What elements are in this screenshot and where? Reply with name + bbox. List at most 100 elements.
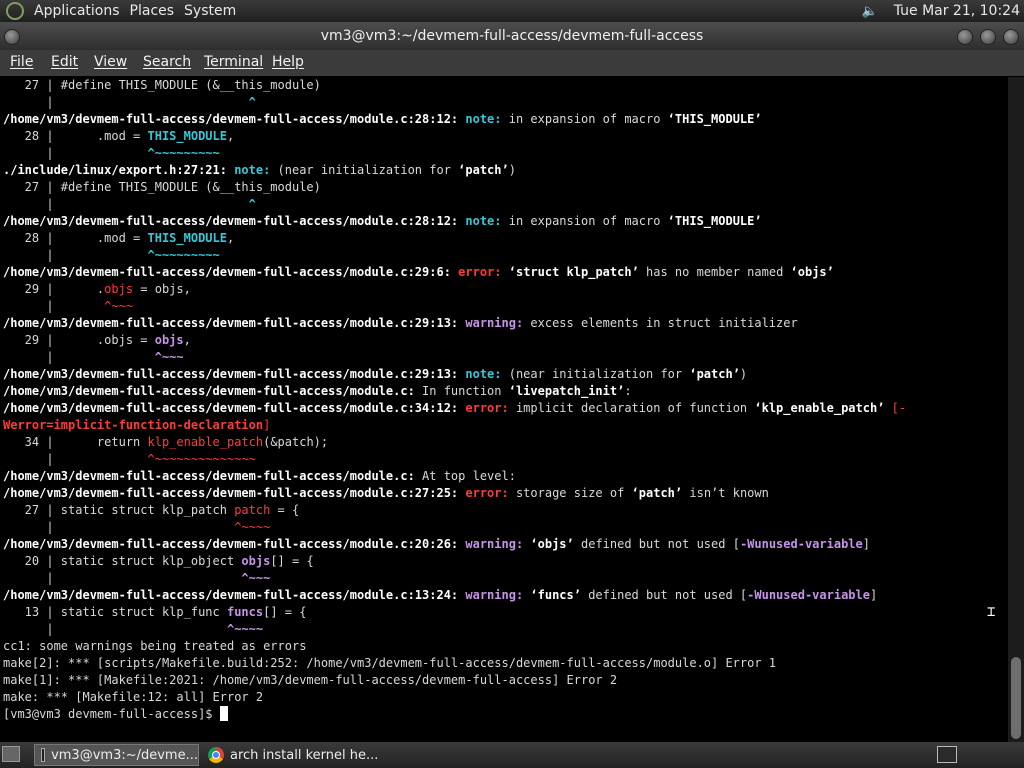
menu-edit[interactable]: Edit — [51, 54, 78, 70]
terminal-line: | ^~~~~ — [3, 519, 270, 536]
terminal-text: excess elements in struct initializer — [523, 316, 798, 330]
terminal-text: /home/vm3/devmem-full-access/devmem-full… — [3, 537, 466, 551]
terminal-line: | ^~~~~~~~~~ — [3, 247, 219, 264]
distro-logo-icon[interactable] — [6, 2, 24, 20]
mouse-ibeam-cursor-icon: ⌶ — [987, 604, 996, 620]
maximize-button[interactable] — [980, 29, 996, 45]
terminal-text: ^~~~~ — [226, 622, 264, 636]
terminal-text: In function — [414, 384, 509, 398]
task-browser-label: arch install kernel he... — [230, 747, 379, 763]
task-terminal[interactable]: vm3@vm3:~/devme... — [34, 744, 199, 766]
places-menu[interactable]: Places — [130, 3, 175, 19]
terminal-line: /home/vm3/devmem-full-access/devmem-full… — [3, 366, 747, 383]
terminal-text: /home/vm3/devmem-full-access/devmem-full… — [3, 214, 466, 228]
terminal-text: ./include/linux/export.h:27:21: — [3, 163, 235, 177]
terminal-text: [- — [884, 401, 907, 415]
terminal-text: in expansion of macro — [501, 112, 668, 126]
bottom-panel: vm3@vm3:~/devme... arch install kernel h… — [0, 742, 1024, 768]
terminal-text: ‘patch’ — [689, 367, 740, 381]
terminal-line: /home/vm3/devmem-full-access/devmem-full… — [3, 468, 516, 485]
terminal-text: ‘objs’ — [530, 537, 574, 551]
terminal-text: make[1]: *** [Makefile:2021: /home/vm3/d… — [3, 673, 618, 687]
terminal-text: 29 | .objs = — [3, 333, 155, 347]
task-browser[interactable]: arch install kernel he... — [202, 744, 402, 766]
terminal-line: 27 | #define THIS_MODULE (&__this_module… — [3, 179, 321, 196]
terminal-text: ) — [508, 163, 516, 177]
terminal-text: has no member named — [638, 265, 791, 279]
terminal-text: : — [624, 384, 632, 398]
terminal-text: /home/vm3/devmem-full-access/devmem-full… — [3, 265, 459, 279]
terminal-text: -Wunused-variable — [739, 537, 863, 551]
terminal-text: 13 | static struct klp_func — [3, 605, 227, 619]
terminal-text: | — [3, 452, 148, 466]
scrollbar-thumb[interactable] — [1011, 657, 1021, 739]
terminal-text: ^~~~~~~~~~ — [147, 146, 220, 160]
terminal-line: /home/vm3/devmem-full-access/devmem-full… — [3, 111, 762, 128]
terminal-text: ^~~~ — [154, 350, 184, 364]
terminal-text: /home/vm3/devmem-full-access/devmem-full… — [3, 401, 466, 415]
terminal-text: /home/vm3/devmem-full-access/devmem-full… — [3, 367, 466, 381]
show-desktop-icon[interactable] — [2, 746, 20, 762]
terminal-line: 20 | static struct klp_object objs[] = { — [3, 553, 314, 570]
window-titlebar[interactable]: vm3@vm3:~/devmem-full-access/devmem-full… — [0, 22, 1024, 50]
minimize-button[interactable] — [957, 29, 973, 45]
terminal-text: 29 | . — [3, 282, 105, 296]
task-terminal-label: vm3@vm3:~/devme... — [51, 747, 198, 763]
terminal-text: Werror=implicit-function-declaration — [3, 418, 264, 432]
terminal-scrollbar[interactable] — [1008, 77, 1024, 742]
terminal-text: defined but not used [ — [580, 588, 748, 602]
terminal-text: note: — [465, 214, 502, 228]
terminal-text: ^~~~ — [104, 299, 134, 313]
terminal-text: ‘klp_enable_patch’ — [754, 401, 885, 415]
terminal-text: | — [3, 299, 105, 313]
terminal-text: (&patch); — [263, 435, 329, 449]
terminal-text: note: — [465, 112, 502, 126]
terminal-output[interactable]: 27 | #define THIS_MODULE (&__this_module… — [0, 77, 1008, 742]
terminal-text: defined but not used [ — [573, 537, 740, 551]
applications-menu[interactable]: Applications — [34, 3, 120, 19]
terminal-text: ] — [869, 588, 878, 602]
terminal-line: /home/vm3/devmem-full-access/devmem-full… — [3, 213, 762, 230]
terminal-text: -Wunused-variable — [747, 588, 870, 602]
menu-view[interactable]: View — [94, 54, 127, 70]
terminal-text: | — [3, 350, 155, 364]
terminal-text: ‘THIS_MODULE’ — [667, 214, 762, 228]
terminal-text: ] — [862, 537, 870, 551]
system-menu[interactable]: System — [184, 3, 236, 19]
terminal-line: 27 | #define THIS_MODULE (&__this_module… — [3, 77, 321, 94]
terminal-line: | ^~~~~~~~~~ — [3, 145, 220, 162]
terminal-text: ) — [739, 367, 748, 381]
terminal-text: ^ — [248, 197, 256, 211]
terminal-text: | — [3, 622, 227, 636]
menu-help[interactable]: Help — [272, 54, 304, 70]
speaker-icon[interactable]: 🔈 — [862, 4, 880, 19]
terminal-line: /home/vm3/devmem-full-access/devmem-full… — [3, 536, 870, 553]
terminal-line: | ^ — [3, 94, 256, 111]
terminal-text: ‘objs’ — [790, 265, 834, 279]
terminal-line: | ^~~~ — [3, 349, 184, 366]
close-button[interactable] — [1003, 29, 1019, 45]
terminal-text: | — [3, 146, 148, 160]
terminal-text: /home/vm3/devmem-full-access/devmem-full… — [3, 112, 466, 126]
terminal-text: /home/vm3/devmem-full-access/devmem-full… — [3, 316, 466, 330]
terminal-text: ‘THIS_MODULE’ — [667, 112, 762, 126]
terminal-text: | — [3, 571, 242, 585]
terminal-line: 28 | .mod = THIS_MODULE, — [3, 230, 235, 247]
terminal-text: = objs, — [133, 282, 191, 296]
terminal-text: in expansion of macro — [501, 214, 668, 228]
menu-file[interactable]: File — [10, 54, 33, 70]
terminal-text: | — [3, 520, 235, 534]
terminal-text: THIS_MODULE — [147, 129, 227, 143]
terminal-line: Werror=implicit-function-declaration] — [3, 417, 270, 434]
workspace-switcher-icon[interactable] — [937, 746, 957, 763]
terminal-text: isn’t known — [682, 486, 769, 500]
terminal-text: = { — [270, 503, 300, 517]
terminal-line: [vm3@vm3 devmem-full-access]$ — [3, 706, 228, 723]
menu-search[interactable]: Search — [143, 54, 191, 70]
terminal-text: ‘patch’ — [631, 486, 683, 500]
menu-terminal[interactable]: Terminal — [204, 54, 263, 70]
terminal-icon — [41, 748, 46, 762]
terminal-text: /home/vm3/devmem-full-access/devmem-full… — [3, 486, 466, 500]
terminal-text: implicit declaration of function — [508, 401, 755, 415]
clock[interactable]: Tue Mar 21, 10:24 — [894, 3, 1020, 19]
